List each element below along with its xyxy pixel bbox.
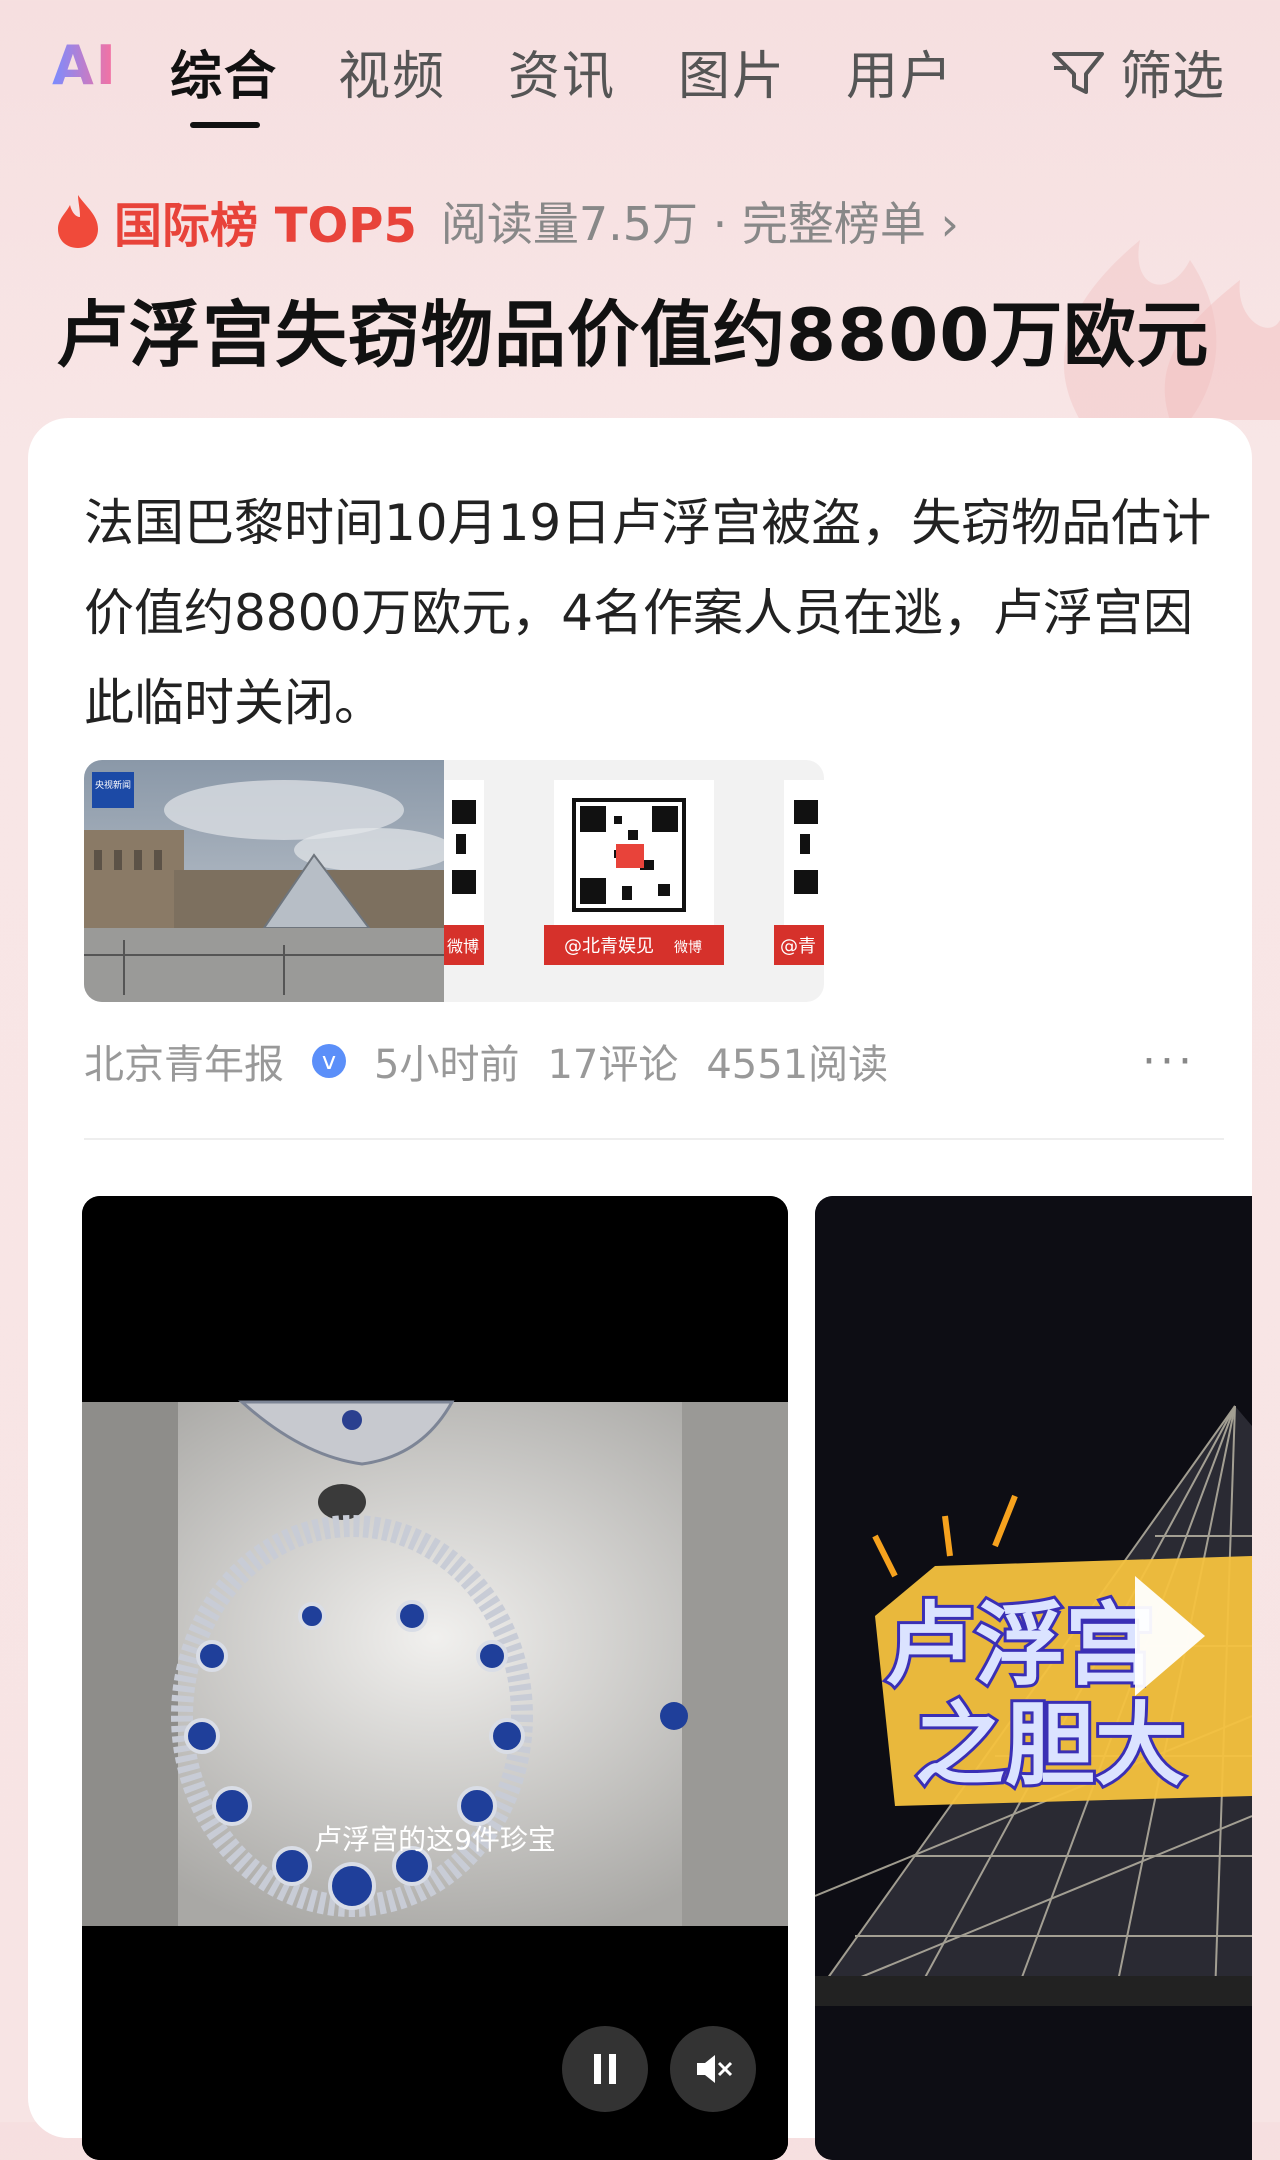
- filter-icon: [1051, 51, 1104, 94]
- qr-code-image[interactable]: 微博 @北青娱见 微博 @青: [444, 760, 824, 1002]
- verified-badge-icon: v: [312, 1044, 346, 1078]
- qr-label-left: 微博: [447, 937, 479, 956]
- pause-button[interactable]: [562, 2026, 648, 2112]
- active-tab-indicator: [190, 122, 260, 128]
- page-title: 卢浮宫失窃物品价值约8800万欧元: [56, 293, 1210, 377]
- divider: [84, 1138, 1224, 1140]
- mute-button[interactable]: [670, 2026, 756, 2112]
- tab-users[interactable]: 用户: [846, 34, 954, 109]
- tab-images[interactable]: 图片: [678, 34, 786, 109]
- tab-comprehensive[interactable]: 综合: [170, 34, 278, 109]
- comment-count: 17评论: [547, 1042, 679, 1088]
- filter-label: 筛选: [1119, 47, 1224, 107]
- jewelry-video-frame: [82, 1196, 788, 2160]
- video2-title-line2: 之胆大: [915, 1693, 1185, 1798]
- video-player-1[interactable]: 卢浮宫的这9件珍宝: [82, 1196, 788, 2160]
- rank-meta-link[interactable]: 阅读量7.5万 · 完整榜单 ›: [441, 188, 959, 254]
- more-options-button[interactable]: ···: [1142, 1036, 1196, 1087]
- pause-icon: [594, 2054, 616, 2084]
- read-count: 4551阅读: [706, 1042, 889, 1088]
- news-badge-text: 央视新闻: [95, 779, 131, 791]
- qr-label-weibo: 微博: [674, 939, 702, 956]
- video2-title-line1: 卢浮宫: [885, 1593, 1155, 1698]
- result-card[interactable]: 法国巴黎时间10月19日卢浮宫被盗，失窃物品估计价值约8800万欧元，4名作案人…: [28, 418, 1252, 2160]
- speaker-muted-icon: [697, 2055, 733, 2083]
- article-images[interactable]: 央视新闻 微博 @北青娱见 微博 @青: [84, 760, 824, 1002]
- video-player-2[interactable]: 卢浮宫 之胆大: [815, 1196, 1252, 2160]
- rank-line[interactable]: 国际榜 TOP5 阅读量7.5万 · 完整榜单 ›: [56, 186, 959, 256]
- qr-label-right: @青: [780, 936, 816, 957]
- top-tab-bar: AI 综合 视频 资讯 图片 用户 筛选: [0, 0, 1280, 140]
- tab-ai[interactable]: AI: [52, 34, 118, 97]
- louvre-photo[interactable]: 央视新闻: [84, 760, 444, 1002]
- publish-time: 5小时前: [374, 1042, 520, 1088]
- filter-button[interactable]: 筛选: [1050, 34, 1224, 109]
- tab-news[interactable]: 资讯: [508, 34, 616, 109]
- pyramid-video-frame: 卢浮宫 之胆大: [815, 1196, 1252, 2160]
- tab-video[interactable]: 视频: [338, 34, 446, 109]
- video1-caption: 卢浮宫的这9件珍宝: [314, 1823, 556, 1856]
- qr-label-center: @北青娱见: [564, 936, 654, 957]
- source-name[interactable]: 北京青年报: [84, 1032, 284, 1090]
- fire-icon: [58, 195, 98, 248]
- article-summary[interactable]: 法国巴黎时间10月19日卢浮宫被盗，失窃物品估计价值约8800万欧元，4名作案人…: [84, 478, 1224, 748]
- rank-title: 国际榜 TOP5: [114, 198, 417, 254]
- article-meta: 北京青年报 v 5小时前 17评论 4551阅读 ···: [84, 1026, 1224, 1096]
